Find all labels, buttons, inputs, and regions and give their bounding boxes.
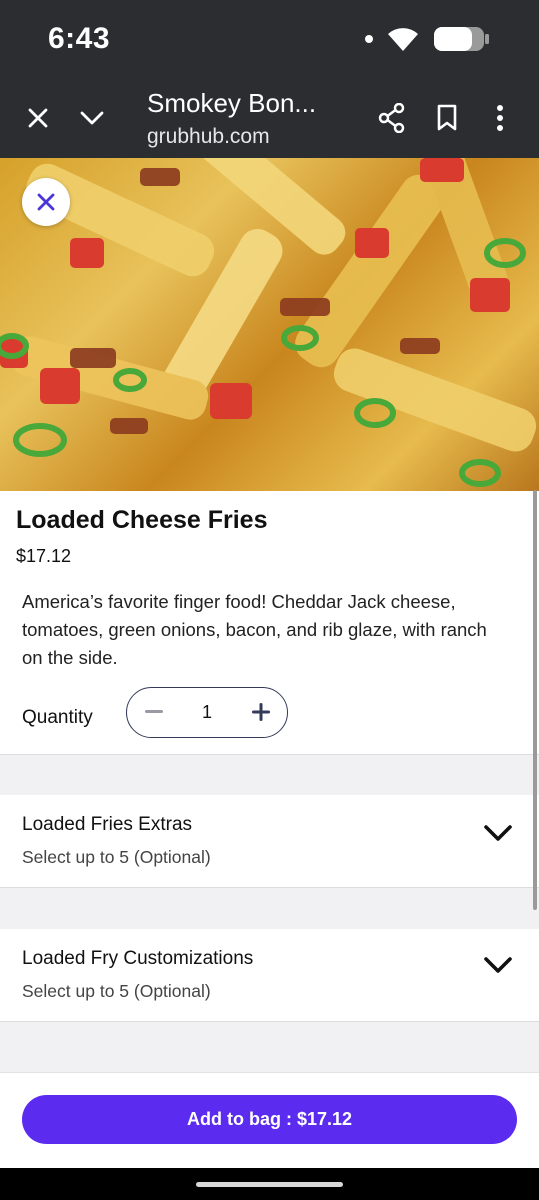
chevron-down-icon: [80, 111, 104, 125]
quantity-stepper: 1: [126, 687, 288, 738]
status-bar: 6:43: [0, 0, 539, 80]
close-icon: [28, 108, 48, 128]
quantity-value: 1: [201, 702, 212, 722]
add-to-bag-button[interactable]: Add to bag : $17.12: [22, 1095, 517, 1144]
item-description: America’s favorite finger food! Cheddar …: [22, 591, 487, 668]
more-vert-icon: [497, 105, 503, 131]
more-options-button[interactable]: [478, 96, 522, 140]
section-gap: [0, 888, 539, 929]
notification-dot-icon: [365, 35, 373, 43]
close-tab-button[interactable]: [16, 96, 60, 140]
item-photo: [0, 158, 539, 491]
minimize-button[interactable]: [70, 96, 114, 140]
browser-toolbar: Smokey Bon... grubhub.com: [0, 80, 539, 158]
item-price: $17.12: [16, 546, 72, 566]
close-icon: [37, 193, 55, 211]
section-gap: [0, 755, 539, 795]
close-item-button[interactable]: [22, 178, 70, 226]
status-icons: [365, 24, 491, 54]
share-icon: [378, 103, 405, 133]
increase-quantity-button[interactable]: [236, 688, 286, 736]
option-group-title: Loaded Fry Customizations: [22, 948, 254, 969]
section-gap: [0, 1022, 539, 1072]
share-button[interactable]: [370, 96, 414, 140]
option-group-title: Loaded Fries Extras: [22, 814, 193, 835]
bookmark-icon: [437, 104, 457, 131]
scrollbar[interactable]: [533, 490, 537, 910]
bookmark-button[interactable]: [425, 96, 469, 140]
quantity-label: Quantity: [22, 707, 93, 728]
option-group-loaded-fries-extras[interactable]: Loaded Fries Extras Select up to 5 (Opti…: [0, 795, 539, 887]
option-group-subtitle: Select up to 5 (Optional): [22, 981, 211, 1001]
option-group-loaded-fry-customizations[interactable]: Loaded Fry Customizations Select up to 5…: [0, 929, 539, 1021]
item-name: Loaded Cheese Fries: [16, 506, 268, 534]
wifi-icon: [388, 28, 418, 51]
page-url[interactable]: grubhub.com: [147, 125, 270, 149]
minus-icon: [145, 710, 163, 713]
status-time: 6:43: [48, 22, 111, 55]
fries-image: [0, 158, 537, 487]
battery-icon: [434, 27, 489, 51]
chevron-down-icon: [484, 825, 512, 841]
decrease-quantity-button[interactable]: [129, 688, 179, 736]
chevron-down-icon: [484, 957, 512, 973]
home-gesture-handle[interactable]: [196, 1182, 343, 1187]
page-title: Smokey Bon...: [147, 88, 317, 118]
plus-icon: [252, 703, 270, 721]
option-group-subtitle: Select up to 5 (Optional): [22, 847, 211, 867]
